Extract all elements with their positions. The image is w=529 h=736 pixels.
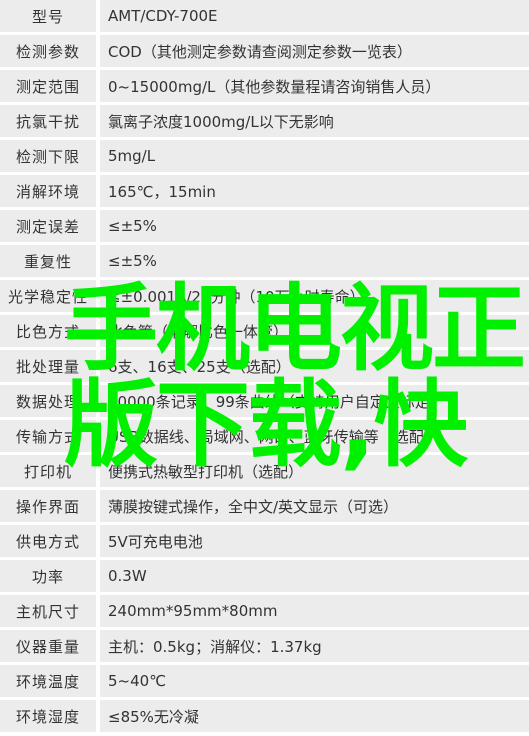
- spec-row: 比色方式 比色管（消解比色一体管）: [0, 315, 529, 347]
- spec-value: ≤±5%: [100, 210, 529, 242]
- spec-row: 供电方式 5V可充电电池: [0, 525, 529, 557]
- spec-row: 消解环境 165℃，15min: [0, 175, 529, 207]
- spec-row: 测定误差 ≤±5%: [0, 210, 529, 242]
- spec-label: 打印机: [0, 455, 96, 487]
- spec-value: COD（其他测定参数请查阅测定参数一览表）: [100, 35, 529, 67]
- spec-row: 数据处理 30000条记录、99条曲线（支持用户自定义标定）: [0, 385, 529, 417]
- spec-value: 0.3W: [100, 560, 529, 592]
- spec-label: 批处理量: [0, 350, 96, 382]
- spec-value: 5~40℃: [100, 665, 529, 697]
- spec-row: 光学稳定性 ≤±0.001A/20分钟（10万小时寿命）: [0, 280, 529, 312]
- spec-label: 比色方式: [0, 315, 96, 347]
- spec-row: 主机尺寸 240mm*95mm*80mm: [0, 595, 529, 627]
- spec-label: 传输方式: [0, 420, 96, 452]
- spec-value: 5mg/L: [100, 140, 529, 172]
- spec-row: 重复性 ≤±5%: [0, 245, 529, 277]
- spec-row: 型号 AMT/CDY-700E: [0, 0, 529, 32]
- spec-row: 功率 0.3W: [0, 560, 529, 592]
- spec-value: 比色管（消解比色一体管）: [100, 315, 529, 347]
- spec-row: 操作界面 薄膜按键式操作，全中文/英文显示（可选）: [0, 490, 529, 522]
- spec-label: 主机尺寸: [0, 595, 96, 627]
- spec-row: 测定范围 0~15000mg/L（其他参数量程请咨询销售人员）: [0, 70, 529, 102]
- spec-row: 批处理量 6支、16支、25支（选配）: [0, 350, 529, 382]
- spec-value: 薄膜按键式操作，全中文/英文显示（可选）: [100, 490, 529, 522]
- spec-value: 主机：0.5kg；消解仪：1.37kg: [100, 630, 529, 662]
- spec-value: 165℃，15min: [100, 175, 529, 207]
- spec-label: 仪器重量: [0, 630, 96, 662]
- spec-row: 检测参数 COD（其他测定参数请查阅测定参数一览表）: [0, 35, 529, 67]
- spec-value: 氯离子浓度1000mg/L以下无影响: [100, 105, 529, 137]
- spec-label: 功率: [0, 560, 96, 592]
- spec-label: 操作界面: [0, 490, 96, 522]
- spec-label: 环境温度: [0, 665, 96, 697]
- spec-value: 便携式热敏型打印机（选配）: [100, 455, 529, 487]
- spec-table: 型号 AMT/CDY-700E 检测参数 COD（其他测定参数请查阅测定参数一览表）测…: [0, 0, 529, 735]
- spec-label: 数据处理: [0, 385, 96, 417]
- spec-value: 6支、16支、25支（选配）: [100, 350, 529, 382]
- spec-label: 型号: [0, 0, 96, 32]
- spec-row: 传输方式 USB数据线、局域网、网口、蓝牙传输等（选配）: [0, 420, 529, 452]
- spec-label: 抗氯干扰: [0, 105, 96, 137]
- spec-row: 抗氯干扰 氯离子浓度1000mg/L以下无影响: [0, 105, 529, 137]
- spec-label: 供电方式: [0, 525, 96, 557]
- spec-label: 重复性: [0, 245, 96, 277]
- spec-label: 测定误差: [0, 210, 96, 242]
- spec-label: 检测参数: [0, 35, 96, 67]
- spec-value: 240mm*95mm*80mm: [100, 595, 529, 627]
- spec-value: ≤±5%: [100, 245, 529, 277]
- spec-label: 消解环境: [0, 175, 96, 207]
- spec-label: 环境湿度: [0, 700, 96, 732]
- spec-value: 0~15000mg/L（其他参数量程请咨询销售人员）: [100, 70, 529, 102]
- spec-value: 30000条记录、99条曲线（支持用户自定义标定）: [100, 385, 529, 417]
- spec-row: 打印机 便携式热敏型打印机（选配）: [0, 455, 529, 487]
- spec-row: 环境温度 5~40℃: [0, 665, 529, 697]
- spec-value: ≤85%无冷凝: [100, 700, 529, 732]
- spec-label: 检测下限: [0, 140, 96, 172]
- spec-value: 5V可充电电池: [100, 525, 529, 557]
- spec-row: 检测下限 5mg/L: [0, 140, 529, 172]
- spec-value: ≤±0.001A/20分钟（10万小时寿命）: [100, 280, 529, 312]
- spec-value: USB数据线、局域网、网口、蓝牙传输等（选配）: [100, 420, 529, 452]
- spec-label: 光学稳定性: [0, 280, 96, 312]
- spec-row: 仪器重量 主机：0.5kg；消解仪：1.37kg: [0, 630, 529, 662]
- spec-label: 测定范围: [0, 70, 96, 102]
- spec-row: 环境湿度 ≤85%无冷凝: [0, 700, 529, 732]
- spec-value: AMT/CDY-700E: [100, 0, 529, 32]
